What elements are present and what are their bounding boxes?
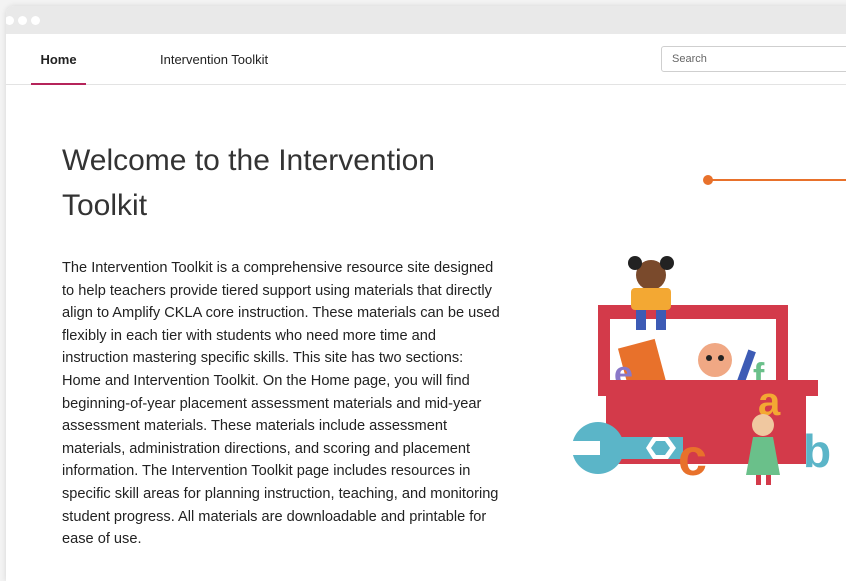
- page-description: The Intervention Toolkit is a comprehens…: [62, 260, 500, 548]
- svg-text:b: b: [803, 425, 831, 477]
- search-input[interactable]: [661, 46, 846, 72]
- window-maximize-dot[interactable]: [31, 15, 40, 25]
- browser-window: Home Intervention Toolkit Welcome to the…: [6, 6, 846, 581]
- toolbox-illustration: e f c a b: [572, 175, 846, 487]
- top-navbar: Home Intervention Toolkit: [6, 34, 846, 85]
- tab-intervention-toolkit[interactable]: Intervention Toolkit: [160, 34, 268, 84]
- window-titlebar: [6, 6, 846, 34]
- window-minimize-dot[interactable]: [18, 15, 27, 25]
- page-title: Welcome to the Intervention Toolkit: [62, 144, 435, 222]
- tab-home[interactable]: Home: [31, 34, 86, 85]
- window-close-dot[interactable]: [6, 15, 14, 25]
- svg-text:c: c: [678, 429, 707, 487]
